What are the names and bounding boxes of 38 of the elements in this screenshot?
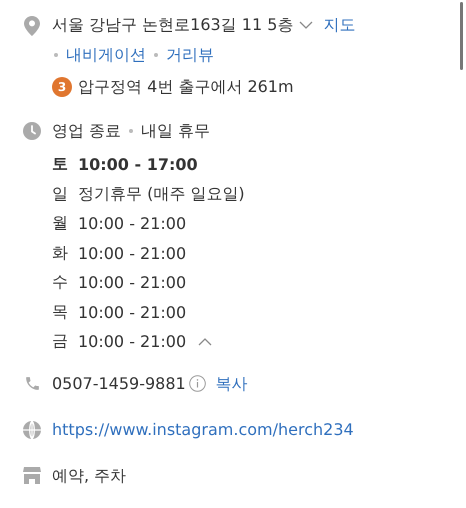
scrollbar[interactable] [460, 2, 463, 70]
website-link[interactable]: https://www.instagram.com/herch234 [52, 418, 354, 440]
opening-hours: 10:00 - 21:00 [78, 302, 186, 322]
info-icon[interactable] [188, 375, 206, 392]
weekday: 화 [52, 242, 69, 264]
opening-hours: 10:00 - 21:00 [78, 332, 186, 352]
amenities-text: 예약, 주차 [52, 464, 126, 486]
chevron-icon[interactable] [299, 21, 314, 30]
weekday: 수 [52, 272, 69, 294]
weekday: 월 [52, 213, 69, 234]
next-opening: 내일 휴무 [141, 120, 210, 142]
subway-line-badge: 3 [52, 77, 72, 97]
separator-dot [129, 129, 134, 133]
subway-directions: 압구정역 4번 출구에서 261m [78, 76, 294, 98]
weekday: 토 [52, 154, 69, 176]
place-link[interactable]: 내비게이션 [66, 44, 146, 66]
address-text: 서울 강남구 논현로163길 11 5층 [52, 14, 294, 36]
weekday: 일 [52, 184, 69, 205]
business-status: 영업 종료 [52, 120, 122, 142]
phone-icon [24, 374, 40, 392]
place-link[interactable]: 거리뷰 [166, 44, 214, 66]
weekday: 목 [52, 302, 69, 323]
opening-hours: 10:00 - 21:00 [78, 273, 186, 292]
map-link[interactable]: 지도 [323, 14, 356, 36]
clock-icon [23, 122, 41, 140]
chevron-icon[interactable] [198, 337, 212, 346]
location-pin-icon [24, 16, 40, 36]
phone-number: 0507-1459-9881 [52, 372, 186, 394]
opening-hours: 10:00 - 17:00 [78, 155, 198, 174]
separator-dot [54, 53, 58, 57]
weekday: 금 [52, 331, 69, 352]
copy-link[interactable]: 복사 [216, 372, 248, 394]
globe-icon [23, 420, 41, 438]
opening-hours: 정기휴무 (매주 일요일) [78, 184, 245, 205]
opening-hours: 10:00 - 21:00 [78, 244, 186, 263]
opening-hours: 10:00 - 21:00 [78, 214, 186, 234]
separator-dot [154, 53, 158, 57]
store-icon [23, 466, 41, 484]
